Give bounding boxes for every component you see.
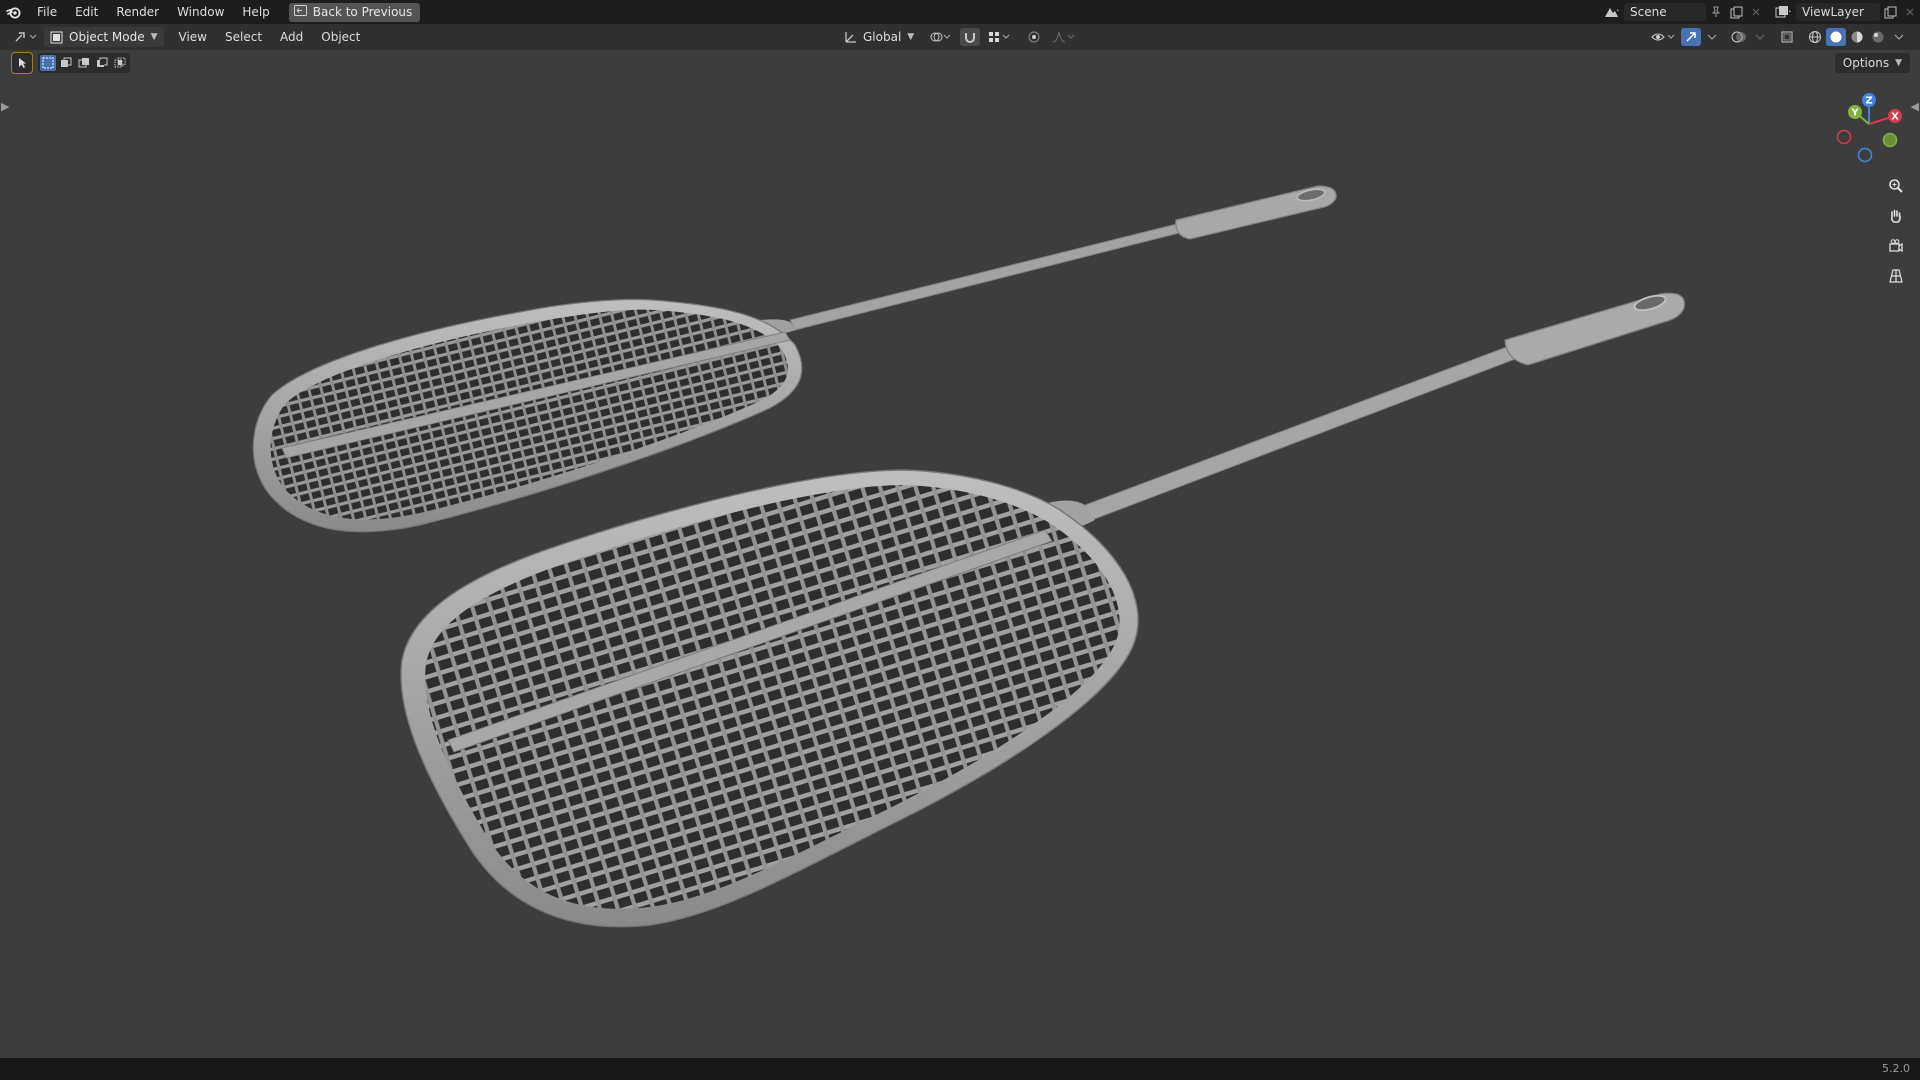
- blender-logo-icon[interactable]: [6, 4, 22, 20]
- visibility-selectability-icon[interactable]: [1649, 28, 1677, 46]
- menu-window[interactable]: Window: [168, 0, 233, 24]
- editor-type-icon[interactable]: [12, 28, 40, 46]
- menu-object[interactable]: Object: [312, 26, 369, 48]
- back-to-previous-label: Back to Previous: [312, 5, 413, 19]
- pin-icon[interactable]: [1706, 3, 1726, 21]
- menu-render[interactable]: Render: [107, 0, 168, 24]
- zoom-icon[interactable]: [1884, 174, 1908, 198]
- orientation-icon: [844, 30, 858, 44]
- back-icon: [293, 5, 307, 19]
- new-scene-icon[interactable]: [1726, 3, 1746, 21]
- pan-hand-icon[interactable]: [1884, 204, 1908, 228]
- view-layer-name: ViewLayer: [1802, 5, 1864, 19]
- chevron-down-icon: ▼: [150, 32, 158, 42]
- solid-shading-icon[interactable]: [1826, 28, 1846, 46]
- scene-name-field[interactable]: Scene: [1624, 3, 1706, 21]
- snap-target-icon[interactable]: [986, 28, 1012, 46]
- gizmo-dropdown-icon[interactable]: [1705, 28, 1719, 46]
- new-view-layer-icon[interactable]: [1880, 3, 1900, 21]
- view-layer-field[interactable]: ViewLayer: [1796, 3, 1880, 21]
- menu-help[interactable]: Help: [233, 0, 278, 24]
- menu-select[interactable]: Select: [216, 26, 271, 48]
- overlays-dropdown-icon[interactable]: [1753, 28, 1767, 46]
- 3d-viewport[interactable]: [0, 50, 1920, 1058]
- scene-selector-icon[interactable]: [1602, 3, 1622, 21]
- delete-scene-icon[interactable]: [1746, 3, 1766, 21]
- x-axis-label: X: [1891, 112, 1899, 123]
- back-to-previous-button[interactable]: Back to Previous: [288, 2, 421, 22]
- neg-y-axis-handle[interactable]: [1882, 132, 1898, 148]
- camera-view-icon[interactable]: [1884, 234, 1908, 258]
- object-mode-icon: [50, 31, 63, 44]
- mode-dropdown[interactable]: Object Mode ▼: [44, 27, 164, 47]
- transform-orientation-dropdown[interactable]: Global ▼: [838, 28, 920, 46]
- top-bar: File Edit Render Window Help Back to Pre…: [0, 0, 1920, 24]
- neg-x-axis-handle[interactable]: [1836, 129, 1852, 145]
- menu-view[interactable]: View: [170, 26, 216, 48]
- menu-file[interactable]: File: [28, 0, 66, 24]
- navigation-gizmo[interactable]: Z X Y: [1825, 88, 1915, 164]
- delete-view-layer-icon[interactable]: [1900, 3, 1920, 21]
- neg-z-axis-handle[interactable]: [1857, 147, 1873, 163]
- mode-label: Object Mode: [69, 30, 145, 44]
- y-axis-label: Y: [1850, 108, 1859, 119]
- falloff-icon[interactable]: [1050, 28, 1076, 46]
- z-axis-label: Z: [1865, 96, 1872, 107]
- material-shading-icon[interactable]: [1847, 28, 1867, 46]
- version-label: 5.2.0: [1882, 1062, 1910, 1075]
- wireframe-shading-icon[interactable]: [1805, 28, 1825, 46]
- pivot-point-icon[interactable]: [926, 28, 954, 46]
- chevron-down-icon: ▼: [907, 32, 915, 42]
- menu-edit[interactable]: Edit: [66, 0, 107, 24]
- perspective-toggle-icon[interactable]: [1884, 264, 1908, 288]
- scene-name: Scene: [1630, 5, 1667, 19]
- rendered-shading-icon[interactable]: [1868, 28, 1888, 46]
- overlays-toggle-icon[interactable]: [1729, 28, 1749, 46]
- status-bar: 5.2.0: [0, 1058, 1920, 1080]
- orientation-label: Global: [863, 30, 902, 44]
- shading-dropdown-icon[interactable]: [1892, 28, 1906, 46]
- view-layer-icon[interactable]: [1774, 3, 1794, 21]
- xray-toggle-icon[interactable]: [1777, 28, 1797, 46]
- viewport-header: Object Mode ▼ View Select Add Object Glo…: [0, 24, 1920, 50]
- proportional-editing-icon[interactable]: [1024, 28, 1044, 46]
- snap-toggle-icon[interactable]: [960, 28, 981, 46]
- menu-add[interactable]: Add: [271, 26, 312, 48]
- navigation-tools: [1884, 174, 1908, 288]
- gizmo-toggle-icon[interactable]: [1681, 28, 1701, 46]
